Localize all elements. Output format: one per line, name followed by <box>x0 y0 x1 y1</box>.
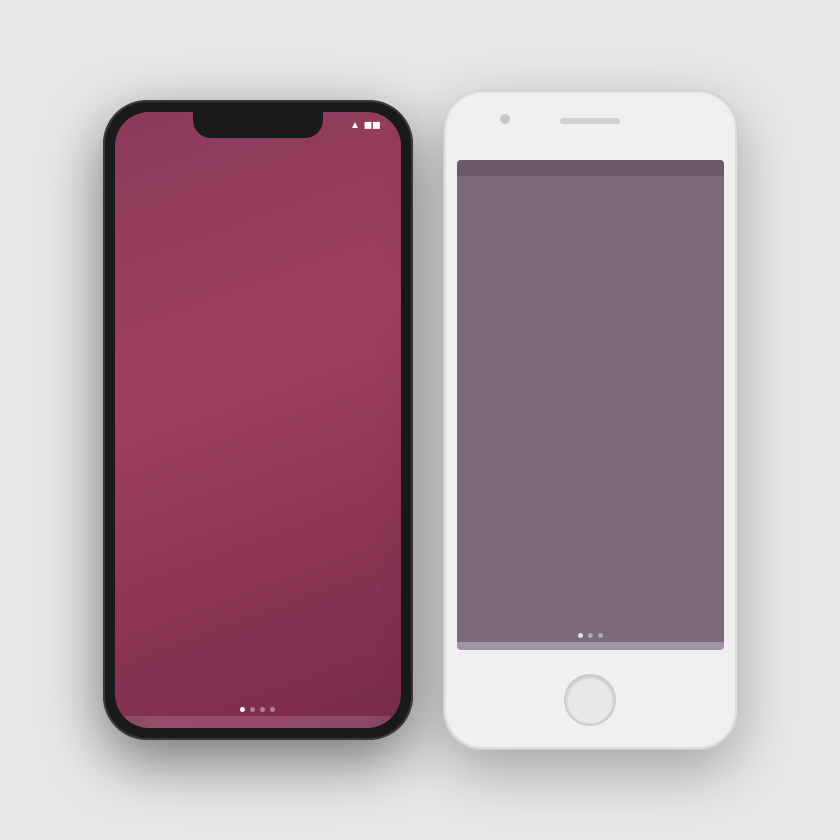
iphone-x: ▲ ◼◼ <box>103 100 413 740</box>
iphone-x-app-grid <box>115 146 401 703</box>
iphone-x-screen: ▲ ◼◼ <box>115 112 401 728</box>
iphone-8-content <box>457 160 724 650</box>
i8-dot-3 <box>598 633 603 638</box>
dot-4 <box>270 707 275 712</box>
iphone-x-notch <box>193 112 323 138</box>
iphone-8-statusbar <box>457 160 724 176</box>
iphone-8-screen <box>457 160 724 650</box>
i8-dot-2 <box>588 633 593 638</box>
iphone-8-app-grid <box>457 176 724 629</box>
iphone-x-status-icons: ▲ ◼◼ <box>350 120 381 131</box>
iphone-8-home-button[interactable] <box>564 674 616 726</box>
iphone-8-speaker <box>560 118 620 124</box>
iphone-8-camera <box>500 114 510 124</box>
dot-2 <box>250 707 255 712</box>
iphone-8-dock <box>457 642 724 650</box>
dot-1 <box>240 707 245 712</box>
iphone-x-dock <box>121 716 395 728</box>
iphone-8-page-dots <box>457 629 724 642</box>
iphone-x-page-dots <box>115 703 401 716</box>
iphone-8 <box>443 90 738 750</box>
dot-3 <box>260 707 265 712</box>
iphone-x-content <box>115 146 401 728</box>
i8-dot-1 <box>578 633 583 638</box>
